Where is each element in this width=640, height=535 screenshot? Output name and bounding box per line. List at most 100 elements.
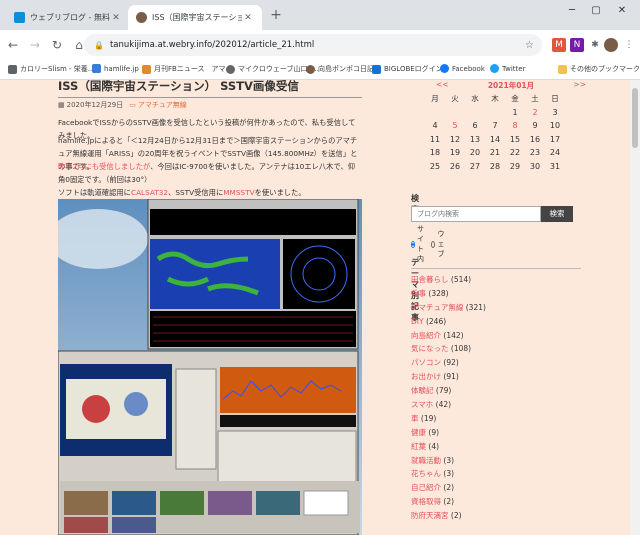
post-category-link[interactable]: アマチュア無線: [138, 100, 187, 110]
category-link[interactable]: 兵事: [411, 289, 426, 298]
list-item: 気になった (108): [411, 342, 486, 356]
category-link[interactable]: 気になった: [411, 344, 449, 353]
profile-avatar-icon[interactable]: [604, 38, 618, 52]
category-link[interactable]: 資格取得: [411, 497, 441, 506]
bookmark-item[interactable]: Facebook: [440, 64, 485, 73]
biglobe-icon: [372, 64, 381, 74]
lock-icon: 🔒: [94, 40, 104, 50]
previous-post-link[interactable]: 昨年2月にも受信しましたが: [58, 162, 150, 171]
bookmark-label: カロリーSlism - 栄養...: [20, 65, 95, 73]
calendar-week: 25 26 27 28 29 30 31: [425, 160, 565, 174]
category-count: (514): [450, 275, 472, 284]
category-count: (246): [425, 316, 447, 326]
menu-icon[interactable]: ⋮: [622, 38, 636, 52]
calendar-day: 20: [469, 148, 481, 158]
category-link[interactable]: パソコン: [411, 358, 441, 367]
bookmark-label: Facebook: [452, 64, 485, 73]
bookmark-item[interactable]: 月刊FBニュース アマ...: [142, 64, 232, 74]
forward-icon[interactable]: →: [26, 38, 44, 52]
category-link[interactable]: 防府天満宮: [411, 511, 449, 520]
calendar-day: 6: [472, 121, 478, 131]
close-window-icon[interactable]: ✕: [610, 5, 634, 16]
calendar-day: 27: [469, 161, 481, 171]
calendar-day-link[interactable]: 2: [525, 108, 545, 117]
tab-title: ISS（国際宇宙ステーション） SSTV画: [152, 13, 242, 22]
page-scrollbar[interactable]: [630, 80, 640, 535]
tab-webry[interactable]: ウェブリブログ - 無料のブログ(blog)サ ✕: [6, 5, 130, 30]
category-link[interactable]: 自己紹介: [411, 483, 441, 492]
tab-strip: ウェブリブログ - 無料のブログ(blog)サ ✕ ISS（国際宇宙ステーション…: [0, 0, 640, 30]
calendar-day-link[interactable]: 5: [445, 121, 465, 130]
category-link[interactable]: DIY: [411, 317, 424, 326]
category-link[interactable]: 紅葉: [411, 442, 426, 451]
onenote-icon[interactable]: N: [570, 38, 584, 52]
reload-icon[interactable]: ↻: [48, 38, 66, 52]
category-link[interactable]: 向島紹介: [411, 331, 441, 340]
calendar-day: 11: [429, 134, 441, 144]
bookmark-item[interactable]: Twitter: [490, 64, 525, 73]
calendar-day-link[interactable]: 8: [505, 121, 525, 130]
calendar-prev-link[interactable]: <<: [436, 80, 449, 91]
category-link[interactable]: 花ちゃん: [411, 469, 441, 478]
mmsstv-link[interactable]: MMSSTV: [223, 188, 254, 197]
calendar-day: 18: [429, 148, 441, 158]
new-tab-button[interactable]: +: [266, 7, 286, 23]
category-link[interactable]: 健康: [411, 428, 426, 437]
list-item: DIY (246): [411, 315, 486, 329]
calendar-day: 16: [529, 134, 541, 144]
search-button[interactable]: 検索: [541, 206, 573, 222]
calendar-next-link[interactable]: >>: [573, 80, 586, 91]
bookmark-label: hamlife.jp: [104, 64, 139, 73]
list-item: パソコン (92): [411, 356, 486, 370]
bookmark-label: Twitter: [502, 64, 526, 73]
category-link[interactable]: 体験記: [411, 386, 434, 395]
bookmark-item[interactable]: マイクロウェーブ山口 -...: [226, 64, 319, 74]
close-icon[interactable]: ✕: [242, 13, 254, 23]
paragraph-text: 、SSTV受信用に: [168, 188, 224, 197]
calendar-header-row: 月 火 水 木 金 土 日: [425, 92, 565, 106]
bookmark-item[interactable]: 向島ポンポコ日記: [306, 64, 374, 74]
paragraph-text: ソフトは軌道確認用に: [58, 188, 131, 197]
category-count: (2): [443, 497, 455, 507]
tab-article[interactable]: ISS（国際宇宙ステーション） SSTV画 ✕: [128, 5, 262, 30]
category-link[interactable]: 就職活動: [411, 456, 441, 465]
radio-site[interactable]: [411, 240, 416, 248]
radio-web[interactable]: [431, 240, 436, 248]
address-bar[interactable]: 🔒 tanukijima.at.webry.info/202012/articl…: [84, 34, 542, 56]
bookmark-label: BIGLOBEログイン: [384, 65, 443, 73]
extension-icon[interactable]: M: [552, 38, 566, 52]
minimize-icon[interactable]: ─: [560, 5, 584, 16]
hamlife-icon: [92, 64, 101, 73]
calendar-day: 19: [449, 148, 461, 158]
calendar-day: 24: [549, 148, 561, 158]
list-item: 就職活動 (3): [411, 454, 486, 468]
bookmark-item[interactable]: カロリーSlism - 栄養...: [8, 64, 94, 74]
category-count: (4): [428, 441, 440, 451]
calendar-icon: ▦: [58, 101, 65, 109]
back-icon[interactable]: ←: [4, 38, 22, 52]
calsat-link[interactable]: CALSAT32: [131, 188, 168, 197]
close-icon[interactable]: ✕: [110, 13, 122, 23]
bookmark-item[interactable]: BIGLOBEログイン: [372, 64, 443, 74]
facebook-icon: [440, 64, 449, 73]
calendar-week: 18 19 20 21 22 23 24: [425, 146, 565, 160]
puzzle-icon[interactable]: ✱: [588, 38, 602, 52]
scrollbar-thumb[interactable]: [632, 88, 638, 148]
url-text: tanukijima.at.webry.info/202012/article_…: [109, 40, 315, 50]
category-link[interactable]: アマチュア無線: [411, 303, 463, 312]
bookmark-star-icon[interactable]: ☆: [525, 40, 534, 51]
category-count: (42): [435, 400, 452, 410]
category-link[interactable]: お出かけ: [411, 372, 441, 381]
blog-search-input[interactable]: [411, 206, 541, 222]
bookmark-item[interactable]: hamlife.jp: [92, 64, 139, 73]
category-link[interactable]: スマホ: [411, 400, 433, 409]
other-bookmarks[interactable]: その他のブックマーク: [558, 64, 640, 74]
maximize-icon[interactable]: ▢: [584, 5, 608, 16]
category-count: (3): [443, 455, 455, 465]
fb-news-icon: [142, 64, 151, 74]
category-link[interactable]: 車: [411, 414, 419, 423]
category-link[interactable]: 田舎暮らし: [411, 275, 449, 284]
weekday-label: 水: [471, 94, 479, 104]
category-count: (142): [443, 330, 464, 340]
browser-toolbar: ← → ↻ ⌂ 🔒 tanukijima.at.webry.info/20201…: [0, 30, 640, 60]
